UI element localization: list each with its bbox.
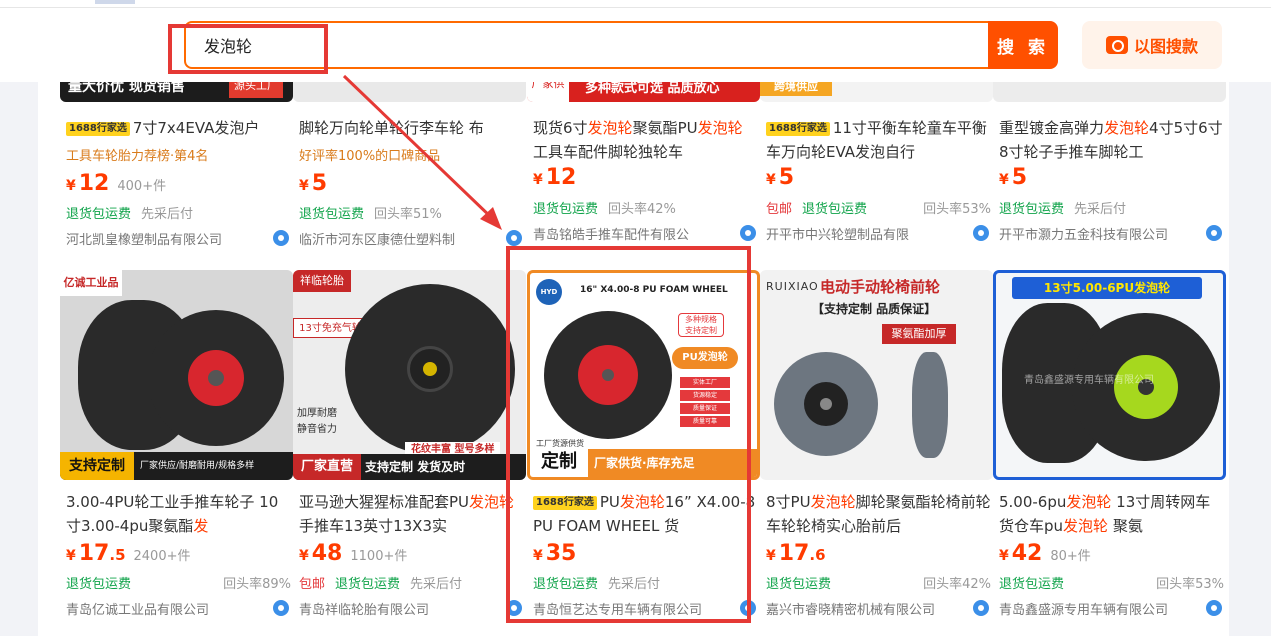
company-name[interactable]: 河北凯皇橡塑制品有限公司 [66,229,291,248]
wangwang-chat-icon[interactable] [1206,225,1222,241]
rating-text[interactable]: 好评率100%的口碑商品 [299,145,440,164]
company-name[interactable]: 嘉兴市睿晓精密机械有限公司 [766,599,991,618]
image-banner-text: 厂家直营 [293,454,361,480]
product-price: ¥48 1100+件 [299,541,408,566]
product-price: ¥5 [999,165,1028,190]
wangwang-chat-icon[interactable] [740,225,756,241]
image-feature-1: 加厚耐磨 [297,408,337,419]
image-banner-subtext: 厂家供应/耐磨耐用/规格多样 [140,461,255,471]
product-price: ¥17.5 2400+件 [66,541,191,566]
hangjia-badge: 1688行家选 [66,122,130,136]
camera-icon [1105,36,1128,54]
company-name[interactable]: 青岛亿诚工业品有限公司 [66,599,291,618]
product-title[interactable]: 重型镀金高弹力发泡轮4寸5寸6寸8寸轮子手推车脚轮工 [999,116,1224,164]
company-name[interactable]: 青岛铭皓手推车配件有限公 [533,224,758,243]
product-title[interactable]: 5.00-6pu发泡轮 13寸周转网车货仓车pu发泡轮 聚氨 [999,490,1224,538]
product-title[interactable]: 亚马逊大猩猩标准配套PU发泡轮 手推车13英寸13X3实 [299,490,524,538]
product-price: ¥12 [533,165,577,190]
company-name[interactable]: 青岛鑫盛源专用车辆有限公司 [999,599,1224,618]
image-search-button[interactable]: 以图搜款 [1082,21,1222,69]
product-title[interactable]: 8寸PU发泡轮脚轮聚氨酯轮椅前轮车轮轮椅实心胎前后 [766,490,991,538]
product-price: ¥5 [766,165,795,190]
wangwang-chat-icon[interactable] [973,600,989,616]
product-image[interactable]: 祥临轮胎 13寸免充气轮 加厚耐磨 静音省力 花纹丰富 型号多样 厂家直营 支持定… [293,270,526,480]
search-button[interactable]: 搜 索 [988,21,1058,69]
product-title[interactable]: 3.00-4PU轮工业手推车轮子 10寸3.00-4pu聚氨酯发 [66,490,291,538]
top-nav-strip [0,0,1271,8]
image-subheading: 【支持定制 品质保证】 [812,302,937,316]
image-logo-text: 祥临轮胎 [293,270,351,292]
image-feature-2: 静音省力 [297,424,337,435]
service-tags: 退货包运费 回头率51% [299,207,442,222]
product-title[interactable]: 1688行家选 11寸平衡车轮童车平衡车万向轮EVA发泡自行 [766,116,991,164]
service-tags: 退货包运费 先采后付 [66,207,194,222]
service-tags: 退货包运费 回头率42% [533,202,676,217]
company-name[interactable]: 开平市灏力五金科技有限公司 [999,224,1224,243]
product-price: ¥5 [299,171,328,196]
product-image[interactable]: 13寸5.00-6PU发泡轮 青岛鑫盛源专用车辆有限公司 [993,270,1226,480]
product-price: ¥17.6 [766,541,826,566]
service-tags: 退货包运费 回头率42% [766,577,991,592]
company-name[interactable]: 临沂市河东区康德仕塑料制 [299,229,524,248]
wangwang-chat-icon[interactable] [506,230,522,246]
product-title[interactable]: 现货6寸发泡轮聚氨酯PU发泡轮 工具车配件脚轮独轮车 [533,116,758,164]
product-price: ¥42 80+件 [999,541,1091,566]
wheel-illustration [912,352,948,458]
image-banner-subtext: 支持定制 发货及时 [365,460,466,474]
product-image[interactable]: 亿诚工业品 支持定制 厂家供应/耐磨耐用/规格多样 [60,270,293,480]
rank-text[interactable]: 工具车轮胎力荐榜·第4名 [66,145,208,164]
image-heading: 电动手动轮椅前轮 [820,278,941,296]
hangjia-badge: 1688行家选 [766,122,830,136]
wangwang-chat-icon[interactable] [1206,600,1222,616]
image-search-label: 以图搜款 [1133,37,1198,56]
product-image[interactable]: RUIXIAO 电动手动轮椅前轮 【支持定制 品质保证】 聚氨酯加厚 [760,270,993,480]
image-logo-text: 亿诚工业品 [60,270,122,296]
wangwang-chat-icon[interactable] [273,230,289,246]
company-name[interactable]: 青岛祥临轮胎有限公司 [299,599,524,618]
image-banner-text: 支持定制 [60,452,134,480]
service-tags: 退货包运费 回头率53% [999,577,1224,592]
annotation-highlight-card [506,246,751,623]
image-heading: 13寸5.00-6PU发泡轮 [1012,277,1202,299]
wangwang-chat-icon[interactable] [973,225,989,241]
image-tag: 聚氨酯加厚 [882,324,956,344]
service-tags: 包邮 退货包运费 回头率53% [766,202,991,217]
image-watermark: 青岛鑫盛源专用车辆有限公司 [1024,375,1154,386]
product-price: ¥12 400+件 [66,171,167,196]
service-tags: 退货包运费 回头率89% [66,577,291,592]
service-tags: 包邮 退货包运费 先采后付 [299,577,463,592]
service-tags: 退货包运费 先采后付 [999,202,1127,217]
annotation-highlight-search [168,24,328,74]
company-name[interactable]: 开平市中兴轮塑制品有限 [766,224,991,243]
brand-text: RUIXIAO [766,280,819,293]
wangwang-chat-icon[interactable] [273,600,289,616]
